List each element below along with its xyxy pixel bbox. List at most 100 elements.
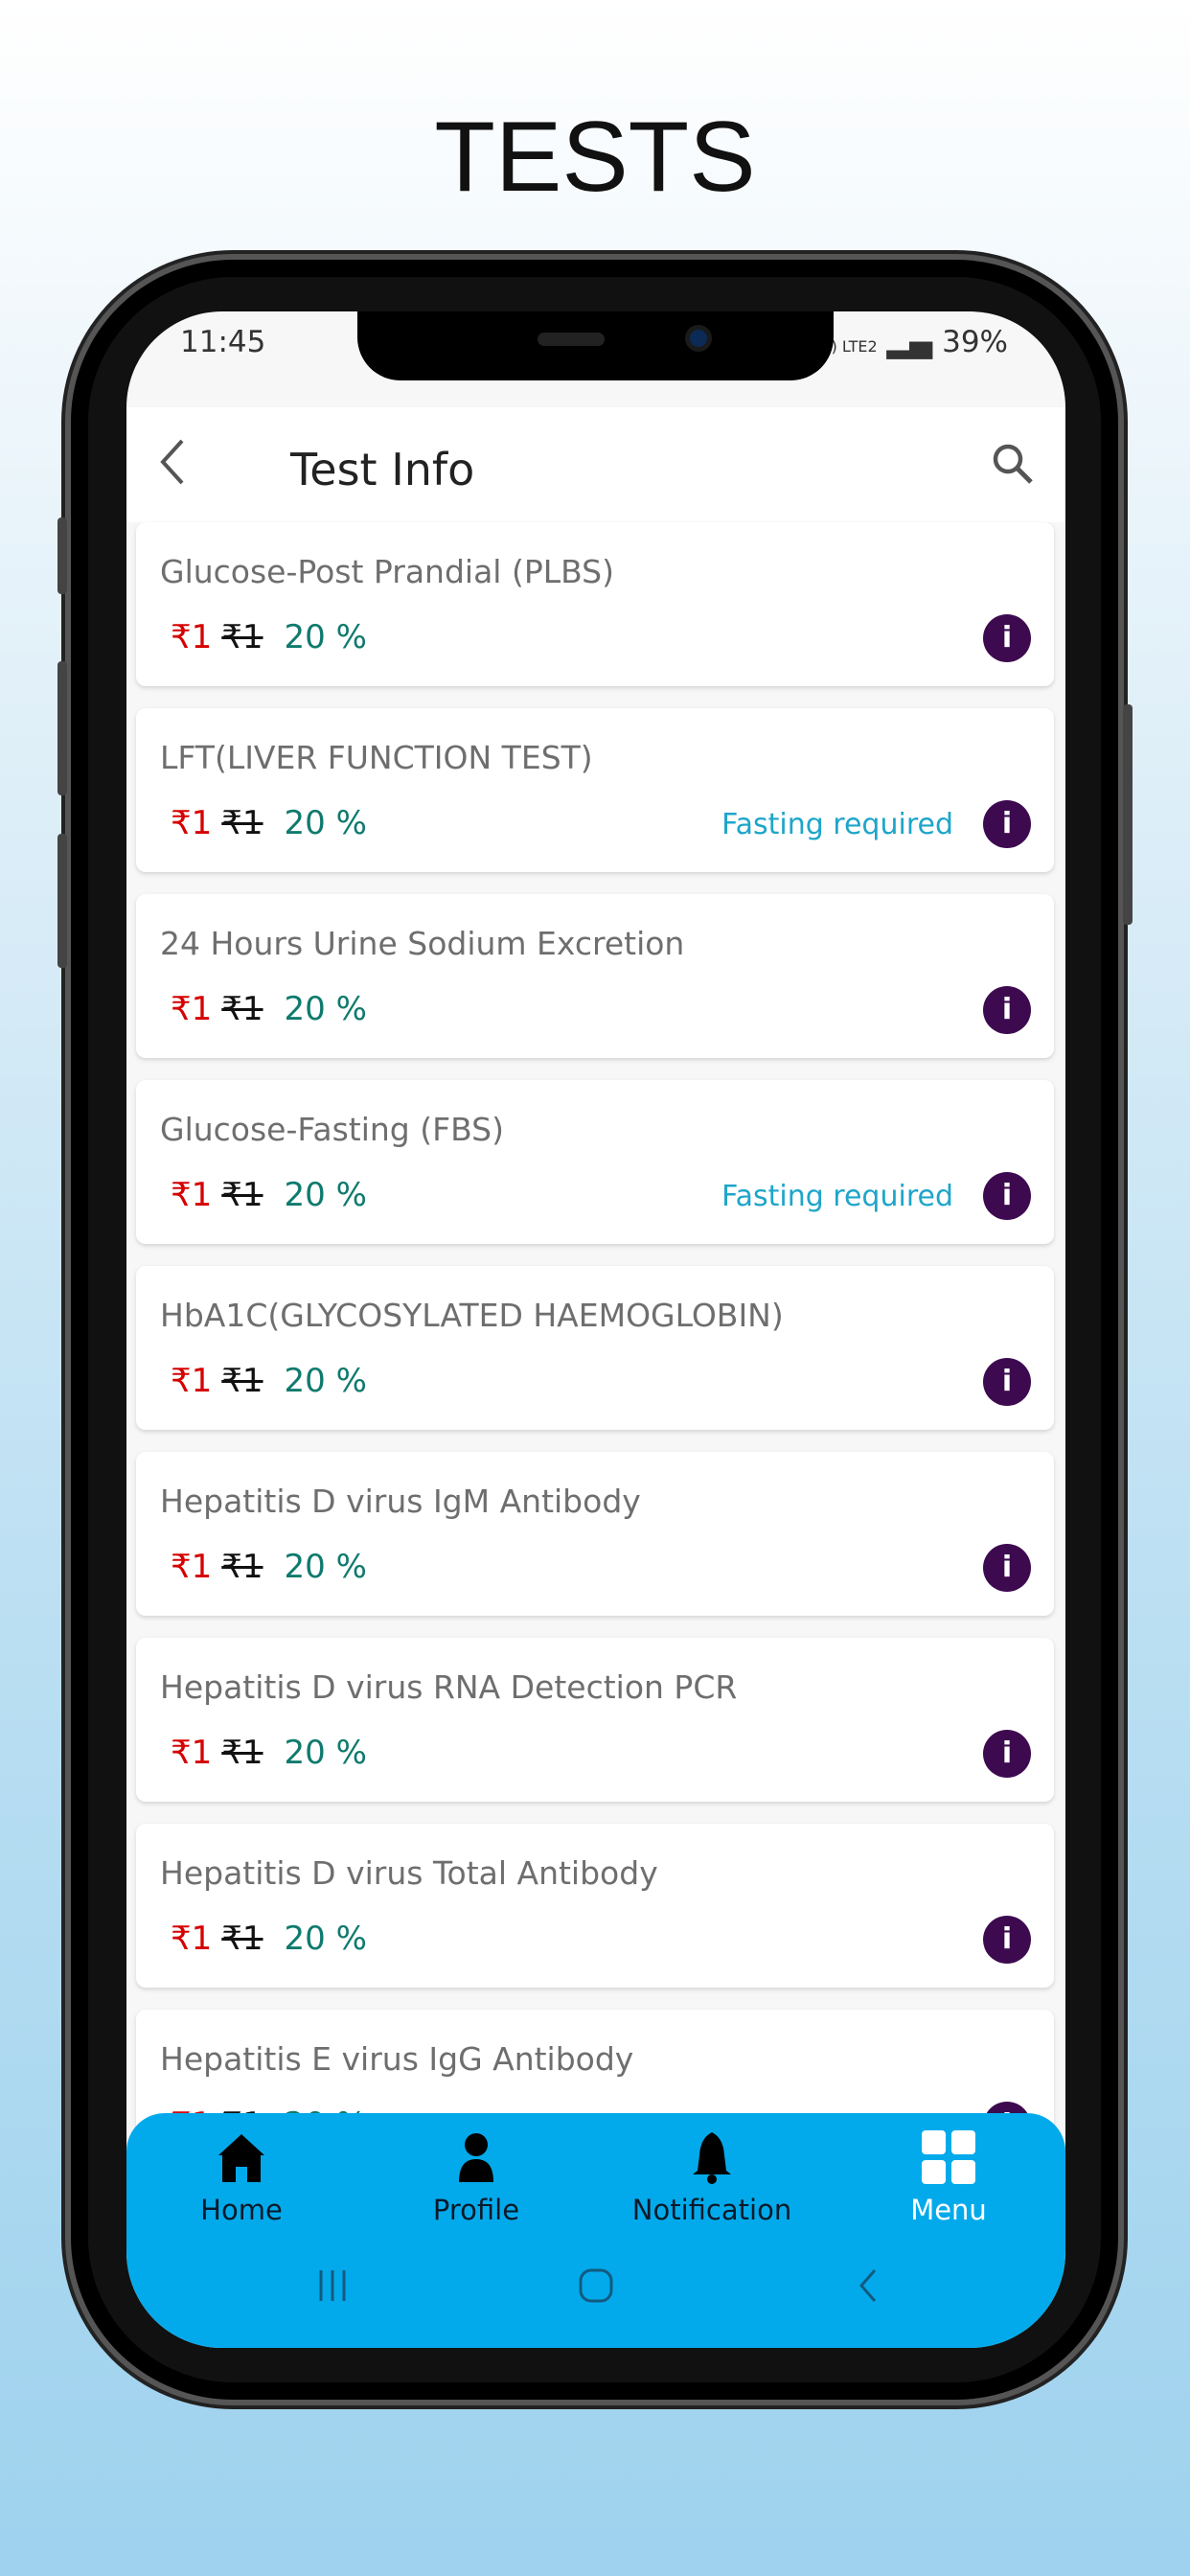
- test-name: Hepatitis D virus IgM Antibody: [160, 1483, 641, 1520]
- phone-screen: 11:45 Vo)) LTE2 ▂▄ 39% Test Info Glucose…: [126, 311, 1065, 2348]
- nav-notification[interactable]: Notification: [616, 2128, 808, 2226]
- info-icon: i: [1001, 1922, 1013, 1956]
- nav-menu[interactable]: Menu: [853, 2128, 1044, 2226]
- discount: 20 %: [284, 804, 367, 842]
- test-card[interactable]: Hepatitis D virus RNA Detection PCR ₹1 ₹1…: [136, 1638, 1054, 1802]
- mrp-price: ₹1: [221, 1362, 263, 1400]
- signal-icon: ▂▄: [886, 325, 933, 359]
- fasting-note: Fasting required: [721, 808, 953, 841]
- info-button[interactable]: i: [983, 1916, 1031, 1964]
- speaker: [538, 333, 605, 346]
- nav-home[interactable]: Home: [146, 2128, 337, 2226]
- status-right: Vo)) LTE2 ▂▄ 39%: [807, 325, 1008, 359]
- info-icon: i: [1001, 1736, 1013, 1770]
- battery-level: 39%: [942, 325, 1008, 359]
- nav-label: Notification: [631, 2194, 792, 2226]
- user-icon: [459, 2133, 493, 2182]
- recent-apps-icon: [319, 2270, 346, 2301]
- price: ₹1: [171, 1548, 213, 1586]
- recent-apps-button[interactable]: [313, 2266, 352, 2315]
- discount: 20 %: [284, 618, 367, 656]
- test-card[interactable]: Glucose-Post Prandial (PLBS) ₹1 ₹1 20 % i: [136, 522, 1054, 686]
- info-button[interactable]: i: [983, 1544, 1031, 1592]
- info-icon: i: [1001, 621, 1013, 655]
- bell-icon: [693, 2132, 731, 2184]
- camera: [685, 325, 712, 352]
- header-title: Test Info: [290, 444, 475, 495]
- price-row: ₹1₹1 20 %: [171, 618, 367, 656]
- price: ₹1: [171, 1734, 213, 1772]
- nav-profile[interactable]: Profile: [380, 2128, 572, 2226]
- discount: 20 %: [284, 990, 367, 1028]
- phone-button: [57, 518, 67, 594]
- info-icon: i: [1001, 1551, 1013, 1584]
- info-button[interactable]: i: [983, 614, 1031, 662]
- discount: 20 %: [284, 1548, 367, 1586]
- mrp-price: ₹1: [221, 1734, 263, 1772]
- phone-button: [1123, 704, 1133, 925]
- info-button[interactable]: i: [983, 1358, 1031, 1406]
- test-name: Hepatitis D virus Total Antibody: [160, 1854, 658, 1892]
- info-icon: i: [1001, 1365, 1013, 1398]
- search-icon: [993, 444, 1033, 484]
- test-name: LFT(LIVER FUNCTION TEST): [160, 739, 593, 776]
- home-system-button[interactable]: [577, 2266, 615, 2315]
- info-icon: i: [1001, 993, 1013, 1026]
- phone-button: [57, 834, 67, 968]
- test-card[interactable]: Hepatitis D virus IgM Antibody ₹1 ₹1 20 % …: [136, 1452, 1054, 1616]
- info-button[interactable]: i: [983, 1172, 1031, 1220]
- test-name: HbA1C(GLYCOSYLATED HAEMOGLOBIN): [160, 1297, 784, 1334]
- price-row: ₹1₹1 20 %: [171, 990, 367, 1028]
- test-card[interactable]: LFT(LIVER FUNCTION TEST) ₹1 ₹1 20 % Fastin…: [136, 708, 1054, 872]
- nav-label: Menu: [910, 2194, 987, 2226]
- fasting-note: Fasting required: [721, 1180, 953, 1213]
- bottom-nav: Home Profile Notification Menu: [126, 2113, 1065, 2348]
- test-name: Hepatitis D virus RNA Detection PCR: [160, 1668, 738, 1706]
- info-button[interactable]: i: [983, 1730, 1031, 1778]
- search-button[interactable]: [989, 440, 1037, 488]
- mrp-price: ₹1: [221, 990, 263, 1028]
- app-header: Test Info: [126, 407, 1065, 522]
- info-button[interactable]: i: [983, 986, 1031, 1034]
- discount: 20 %: [284, 1176, 367, 1214]
- page-title: TESTS: [434, 102, 756, 213]
- discount: 20 %: [284, 1734, 367, 1772]
- info-icon: i: [1001, 1179, 1013, 1212]
- mrp-price: ₹1: [221, 1920, 263, 1958]
- chevron-left-icon: [160, 439, 184, 485]
- test-card[interactable]: Glucose-Fasting (FBS) ₹1 ₹1 20 % Fasting r…: [136, 1080, 1054, 1244]
- price-row: ₹1₹1 20 %: [171, 1362, 367, 1400]
- price: ₹1: [171, 618, 213, 656]
- discount: 20 %: [284, 1362, 367, 1400]
- mrp-price: ₹1: [221, 1176, 263, 1214]
- discount: 20 %: [284, 1920, 367, 1958]
- mrp-price: ₹1: [221, 1548, 263, 1586]
- test-card[interactable]: 24 Hours Urine Sodium Excretion ₹1 ₹1 20 %…: [136, 894, 1054, 1058]
- price-row: ₹1₹1 20 %: [171, 1176, 367, 1214]
- home-circle-icon: [579, 2268, 613, 2303]
- price-row: ₹1₹1 20 %: [171, 1734, 367, 1772]
- info-icon: i: [1001, 807, 1013, 840]
- test-name: Hepatitis E virus IgG Antibody: [160, 2040, 634, 2078]
- back-system-button[interactable]: [850, 2266, 888, 2315]
- nav-label: Profile: [432, 2194, 520, 2226]
- nav-label: Home: [200, 2194, 283, 2226]
- price: ₹1: [171, 990, 213, 1028]
- mrp-price: ₹1: [221, 804, 263, 842]
- test-card[interactable]: HbA1C(GLYCOSYLATED HAEMOGLOBIN) ₹1 ₹1 20 %…: [136, 1266, 1054, 1430]
- phone-button: [57, 661, 67, 795]
- back-button[interactable]: [157, 438, 186, 497]
- test-name: Glucose-Fasting (FBS): [160, 1111, 504, 1148]
- price-row: ₹1₹1 20 %: [171, 1548, 367, 1586]
- info-button[interactable]: i: [983, 800, 1031, 848]
- price-row: ₹1₹1 20 %: [171, 1920, 367, 1958]
- back-icon: [859, 2269, 877, 2302]
- test-name: 24 Hours Urine Sodium Excretion: [160, 925, 685, 962]
- mrp-price: ₹1: [221, 618, 263, 656]
- test-card[interactable]: Hepatitis D virus Total Antibody ₹1 ₹1 20 …: [136, 1824, 1054, 1988]
- notch: [357, 311, 834, 380]
- price: ₹1: [171, 1362, 213, 1400]
- test-name: Glucose-Post Prandial (PLBS): [160, 553, 614, 590]
- price: ₹1: [171, 1176, 213, 1214]
- price: ₹1: [171, 804, 213, 842]
